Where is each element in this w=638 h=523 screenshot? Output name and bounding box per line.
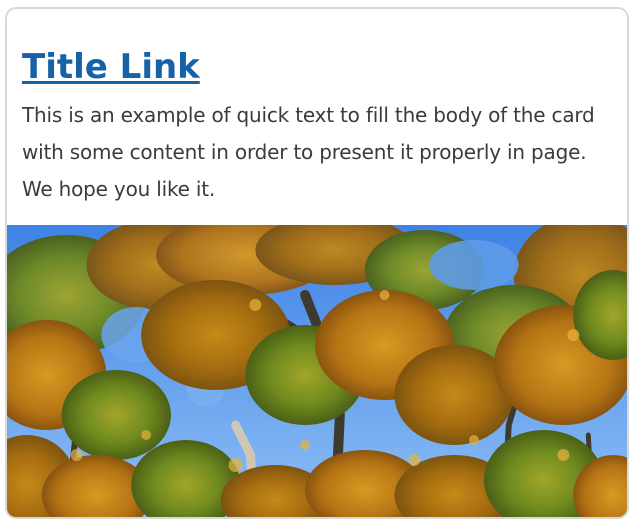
card-title-link[interactable]: Title Link xyxy=(22,45,200,89)
card-body-text: This is an example of quick text to fill… xyxy=(22,103,595,201)
card-body: Title Link This is an example of quick t… xyxy=(7,9,627,225)
card: Title Link This is an example of quick t… xyxy=(5,7,629,519)
card-image xyxy=(7,225,627,517)
